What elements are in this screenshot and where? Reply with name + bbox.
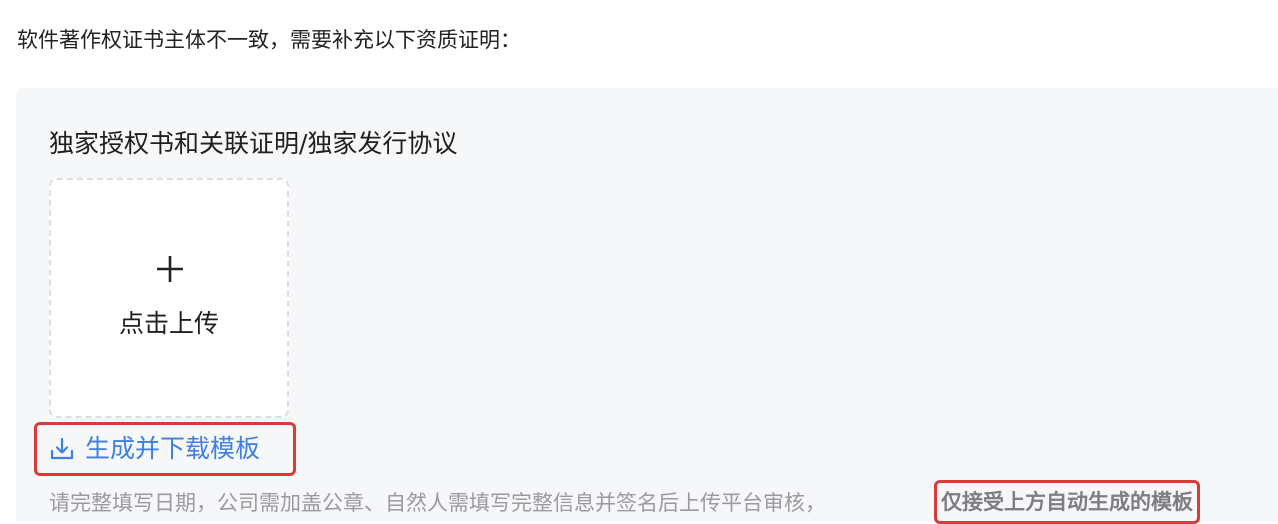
upload-label: 点击上传: [118, 309, 219, 338]
hint-text: 请完整填写日期，公司需加盖公章、自然人需填写完整信息并签名后上传平台审核，: [49, 491, 826, 515]
generate-button-label: 生成并下载模板: [85, 434, 261, 463]
upload-dropzone[interactable]: 点击上传: [49, 178, 289, 418]
hint-emphasis: 仅接受上方自动生成的模板: [934, 480, 1200, 524]
notice-text: 软件著作权证书主体不一致，需要补充以下资质证明：: [17, 28, 521, 52]
section-title: 独家授权书和关联证明/独家发行协议: [49, 129, 458, 158]
generate-download-template-button[interactable]: 生成并下载模板: [34, 422, 296, 476]
download-icon: [50, 437, 74, 460]
qualification-panel: 独家授权书和关联证明/独家发行协议 点击上传 生成并下载模板 请完整填写日期，公…: [16, 88, 1278, 524]
plus-icon: [157, 256, 183, 282]
